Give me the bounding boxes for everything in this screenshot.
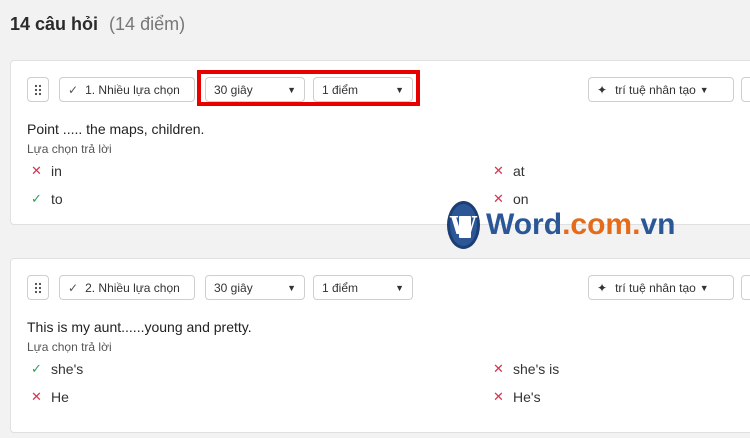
answer-option: ✕ He's <box>493 389 541 405</box>
caret-down-icon: ▼ <box>287 84 296 95</box>
question-type-label: 2. Nhiều lựa chọn <box>85 280 180 295</box>
watermark-logo: W Word.com.vn <box>447 200 675 250</box>
question-toolbar: ✓ 1. Nhiều lựa chọn 30 giây ▼ 1 điểm ▼ ✦… <box>27 77 750 102</box>
check-icon: ✓ <box>31 191 42 206</box>
time-dropdown[interactable]: 30 giây ▼ <box>205 275 305 300</box>
time-value: 30 giây <box>214 82 253 97</box>
ai-label: trí tuệ nhân tạo <box>615 280 696 295</box>
answer-text: in <box>51 163 62 179</box>
drag-handle[interactable] <box>27 77 49 102</box>
answers-label: Lựa chọn trả lời <box>27 340 112 354</box>
ai-dropdown[interactable]: ✦ trí tuệ nhân tạo ▼ <box>588 275 734 300</box>
sparkle-icon: ✦ <box>597 280 608 295</box>
question-card: ✓ 2. Nhiều lựa chọn 30 giây ▼ 1 điểm ▼ ✦… <box>10 258 750 433</box>
drag-handle[interactable] <box>27 275 49 300</box>
check-icon: ✓ <box>31 361 42 376</box>
question-text: Point ..... the maps, children. <box>27 121 205 137</box>
points-dropdown[interactable]: 1 điểm ▼ <box>313 77 413 102</box>
more-button[interactable] <box>741 275 750 300</box>
more-button[interactable] <box>741 77 750 102</box>
cross-icon: ✕ <box>493 389 504 404</box>
ai-label: trí tuệ nhân tạo <box>615 82 696 97</box>
time-dropdown[interactable]: 30 giây ▼ <box>205 77 305 102</box>
answer-option: ✕ she's is <box>493 361 559 377</box>
answer-text: at <box>513 163 525 179</box>
question-text: This is my aunt......young and pretty. <box>27 319 252 335</box>
answer-text: He <box>51 389 69 405</box>
answer-option: ✓ she's <box>31 361 83 377</box>
watermark-text: Word.com.vn <box>485 208 676 241</box>
cross-icon: ✕ <box>31 163 42 178</box>
cross-icon: ✕ <box>493 163 504 178</box>
total-points: (14 điểm) <box>109 14 186 34</box>
caret-down-icon: ▼ <box>699 282 709 293</box>
caret-down-icon: ▼ <box>287 282 296 293</box>
check-icon: ✓ <box>68 280 79 295</box>
answer-text: she's <box>51 361 84 377</box>
answer-text: she's is <box>513 361 560 377</box>
points-dropdown[interactable]: 1 điểm ▼ <box>313 275 413 300</box>
answer-text: to <box>51 191 63 207</box>
page-header: 14 câu hỏi (14 điểm) <box>10 14 185 35</box>
check-icon: ✓ <box>68 82 79 97</box>
ai-dropdown[interactable]: ✦ trí tuệ nhân tạo ▼ <box>588 77 734 102</box>
answer-option: ✓ to <box>31 191 63 207</box>
answer-text: He's <box>513 389 541 405</box>
sparkle-icon: ✦ <box>597 82 608 97</box>
answer-option: ✕ He <box>31 389 69 405</box>
points-value: 1 điểm <box>322 82 359 97</box>
answer-option: ✕ at <box>493 163 525 179</box>
points-value: 1 điểm <box>322 280 359 295</box>
question-count: 14 câu hỏi <box>10 14 99 34</box>
caret-down-icon: ▼ <box>395 282 404 293</box>
question-type-label: 1. Nhiều lựa chọn <box>85 82 180 97</box>
answers-label: Lựa chọn trả lời <box>27 142 112 156</box>
drag-handle-icon <box>34 84 42 95</box>
question-toolbar: ✓ 2. Nhiều lựa chọn 30 giây ▼ 1 điểm ▼ ✦… <box>27 275 750 300</box>
answer-option: ✕ in <box>31 163 62 179</box>
cross-icon: ✕ <box>31 389 42 404</box>
drag-handle-icon <box>34 282 42 293</box>
question-type-button[interactable]: ✓ 1. Nhiều lựa chọn <box>59 77 195 102</box>
caret-down-icon: ▼ <box>699 84 709 95</box>
cross-icon: ✕ <box>493 361 504 376</box>
word-logo-icon: W <box>447 201 480 249</box>
caret-down-icon: ▼ <box>395 84 404 95</box>
time-value: 30 giây <box>214 280 253 295</box>
question-type-button[interactable]: ✓ 2. Nhiều lựa chọn <box>59 275 195 300</box>
